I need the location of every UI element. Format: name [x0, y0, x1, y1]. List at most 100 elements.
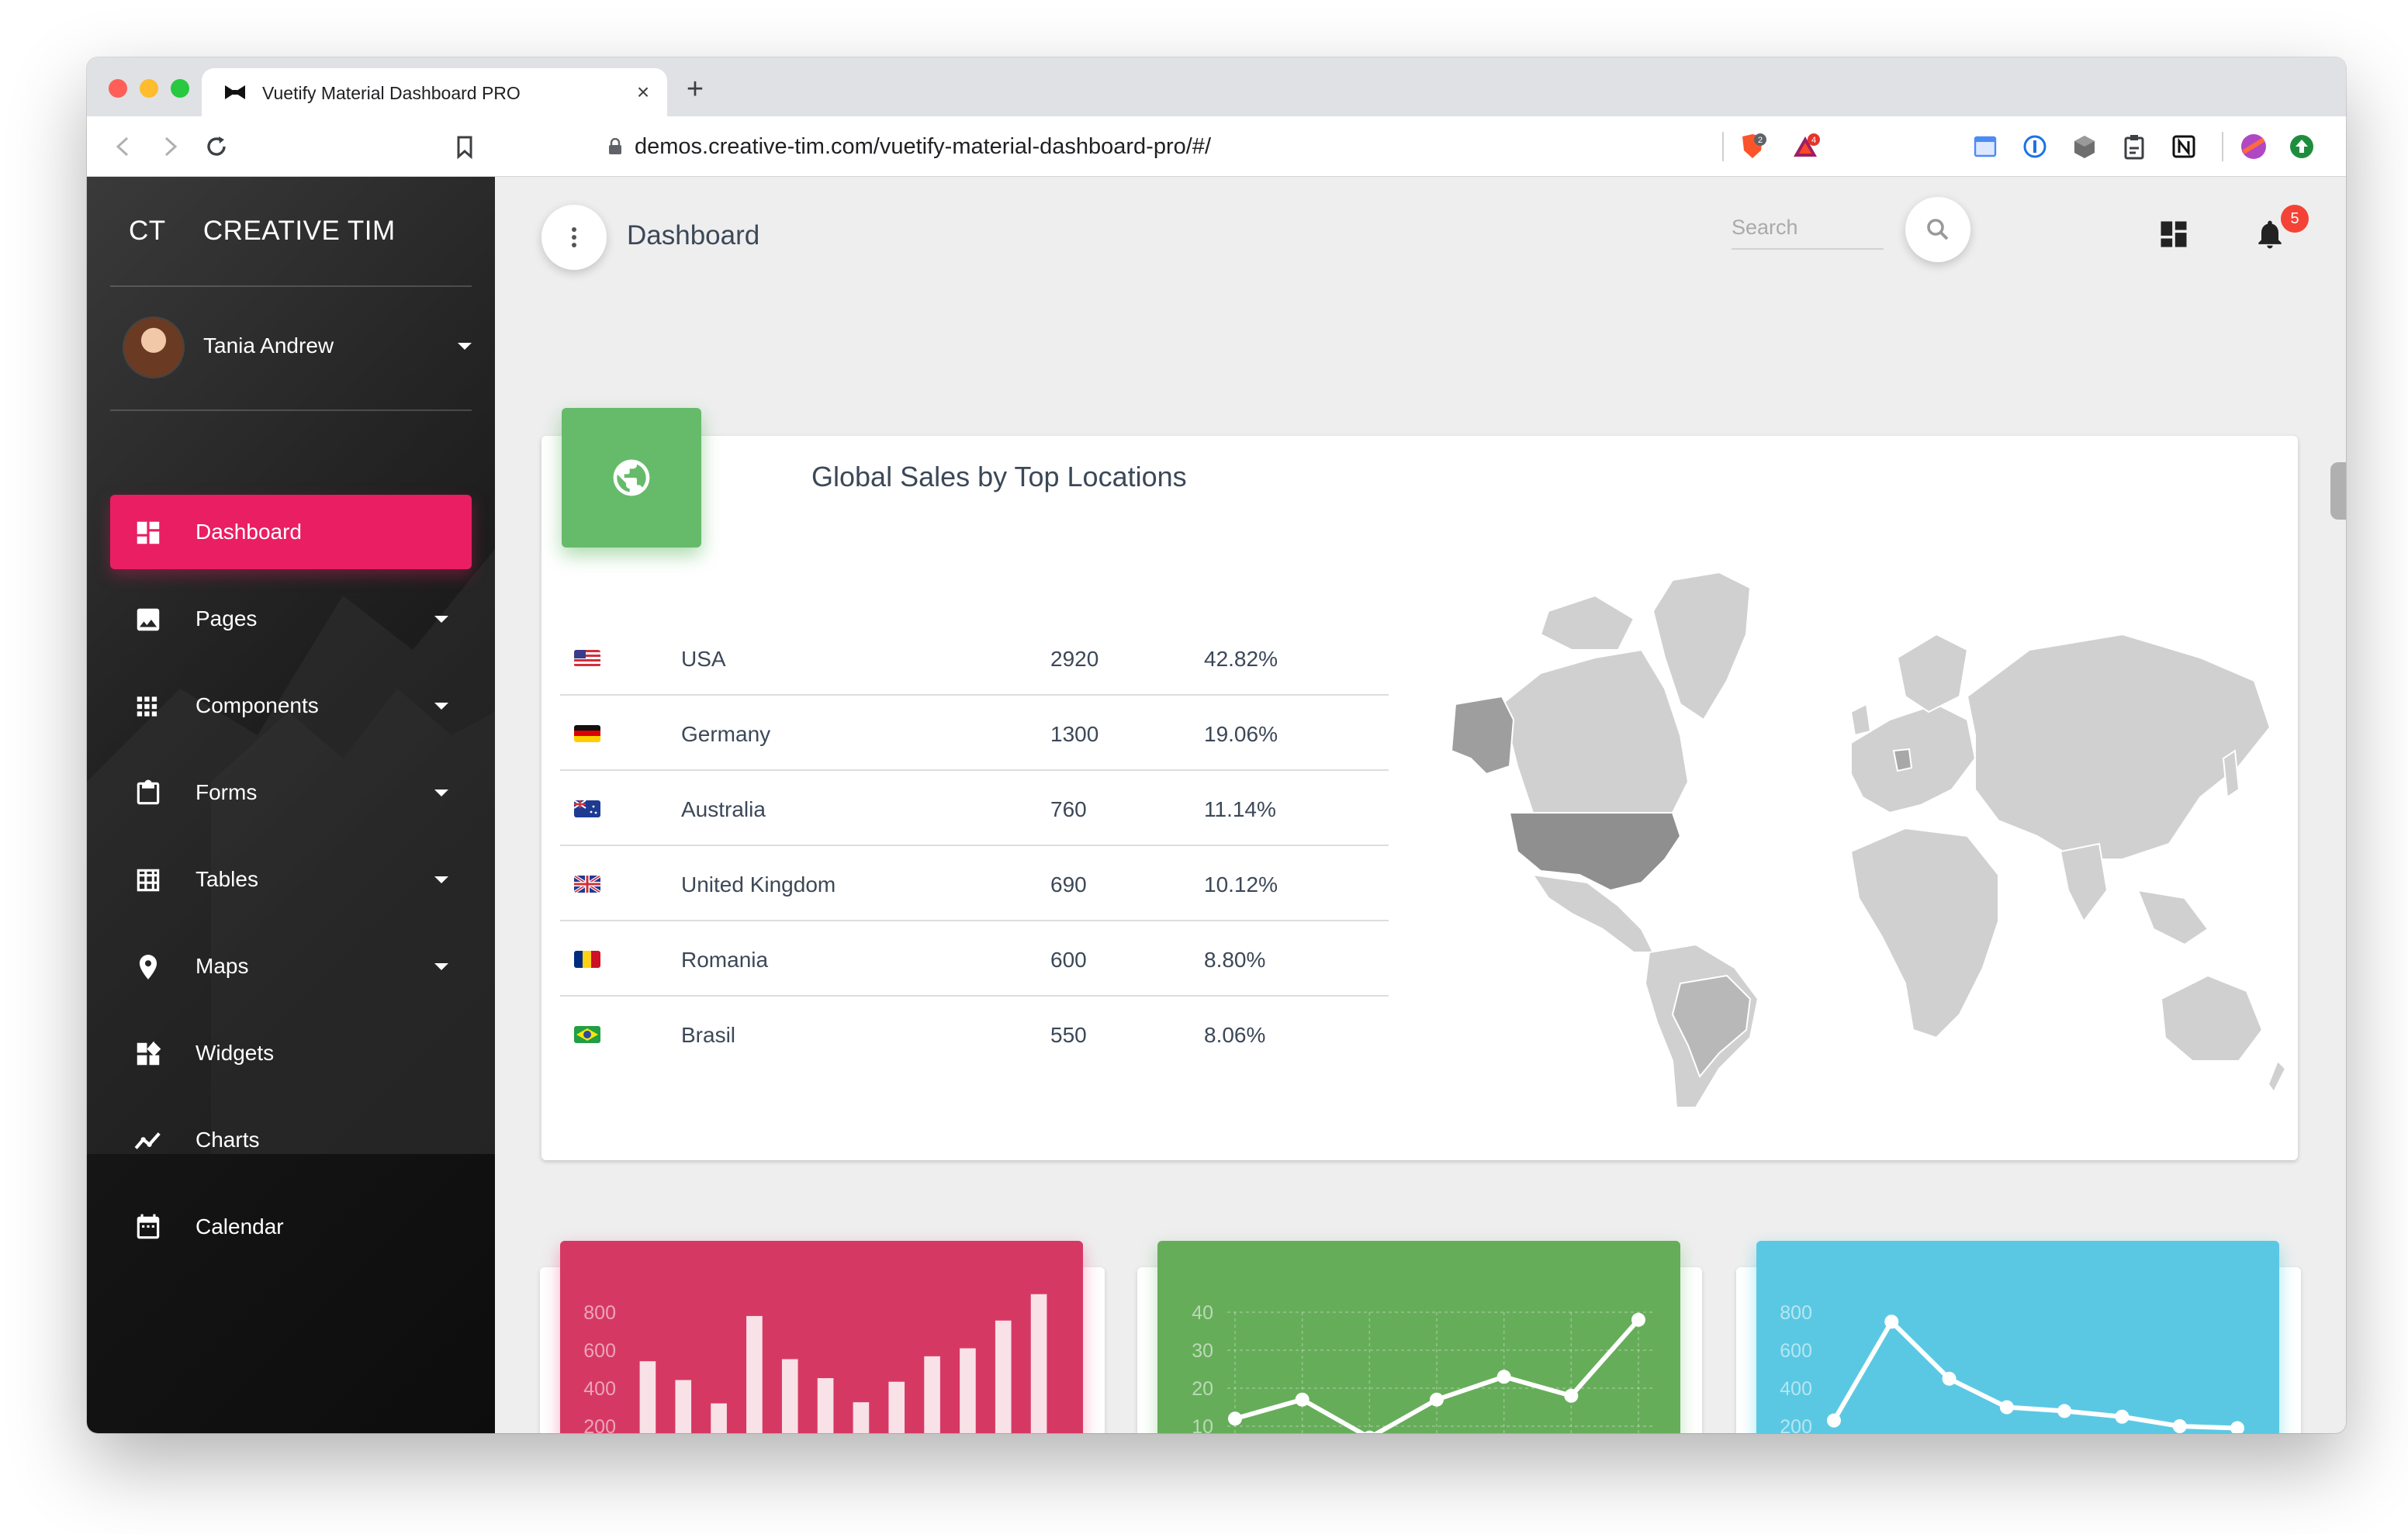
bat-rewards-icon[interactable]: 4: [1790, 132, 1820, 161]
y-tick-label: 10: [1192, 1416, 1213, 1433]
window-ext-icon[interactable]: [1970, 132, 2000, 161]
sidebar-item-components[interactable]: Components: [110, 669, 472, 743]
sales-percent: 8.06%: [1204, 1023, 1266, 1047]
uk-flag-icon: [574, 876, 600, 893]
bar: [675, 1380, 692, 1433]
y-tick-label: 200: [1780, 1416, 1812, 1433]
us-flag-icon: [574, 650, 600, 667]
y-tick-label: 600: [583, 1340, 616, 1362]
romania-flag-icon: [574, 951, 600, 968]
reload-icon[interactable]: [202, 132, 231, 161]
update-arrow-icon[interactable]: [2287, 132, 2316, 161]
sidebar-item-label: Forms: [195, 780, 258, 804]
data-point: [1631, 1312, 1645, 1327]
card-icon-header: [562, 408, 701, 548]
sidebar-item-pages[interactable]: Pages: [110, 582, 472, 656]
sidebar-item-tables[interactable]: Tables: [110, 842, 472, 917]
chevron-down-icon: [434, 876, 448, 883]
back-arrow-icon[interactable]: [109, 132, 138, 161]
globe-icon: [613, 459, 650, 496]
map-alaska: [1450, 695, 1515, 776]
url-text: demos.creative-tim.com/vuetify-material-…: [635, 134, 1211, 159]
country-name: Romania: [681, 948, 769, 972]
browser-toolbar: demos.creative-tim.com/vuetify-material-…: [87, 116, 2346, 177]
data-point: [1430, 1392, 1444, 1407]
sidebar-divider-2: [110, 409, 472, 411]
brand-logo[interactable]: CT CREATIVE TIM: [129, 216, 396, 247]
notification-count-badge: 5: [2281, 205, 2309, 233]
bar: [924, 1356, 940, 1433]
chevron-down-icon: [434, 963, 448, 970]
settings-tab[interactable]: [2330, 462, 2346, 520]
y-tick-label: 30: [1192, 1340, 1213, 1362]
window-maximize-button[interactable]: [171, 79, 189, 98]
sidebar-item-dashboard[interactable]: Dashboard: [110, 495, 472, 569]
data-point: [1564, 1388, 1579, 1403]
data-point: [1884, 1315, 1899, 1329]
bar: [960, 1348, 976, 1433]
country-name: USA: [681, 647, 726, 671]
user-profile-toggle[interactable]: Tania Andrew: [123, 315, 472, 380]
sidebar: CT CREATIVE TIM Tania Andrew Dashboard P…: [87, 177, 495, 1433]
window-close-button[interactable]: [109, 79, 127, 98]
toolbar-divider: [1722, 132, 1724, 161]
search-input[interactable]: [1732, 206, 1884, 250]
main-content: Dashboard 5 Global Sales by Top Location…: [495, 177, 2346, 1433]
sidebar-item-maps[interactable]: Maps: [110, 929, 472, 1004]
sales-percent: 10.12%: [1204, 872, 1278, 897]
sales-value: 690: [1050, 872, 1087, 897]
apps-grid-icon: [137, 696, 157, 717]
sidebar-item-charts[interactable]: Charts: [110, 1103, 472, 1177]
y-tick-label: 40: [1192, 1302, 1213, 1324]
clipboard-ext-icon[interactable]: [2119, 132, 2149, 161]
sidebar-item-label: Pages: [195, 606, 258, 631]
line-chart-hourly: 0 200 400 600 800 12am 3pm 6pm 9pm 12pm 3am 6am 9am: [1756, 1241, 2279, 1433]
lock-icon: [609, 138, 621, 154]
notion-icon[interactable]: [2169, 132, 2199, 161]
browser-tab[interactable]: Vuetify Material Dashboard PRO ×: [202, 68, 667, 116]
sidebar-toggle-button[interactable]: [541, 205, 607, 270]
data-point: [2172, 1419, 2187, 1433]
bookmark-icon[interactable]: [450, 132, 479, 161]
chart-1-svg: 0200400600800Ja Fe Ma Ap Mai Ju Jul Au Se Oc No De: [583, 1294, 1047, 1433]
map-australia: [2160, 974, 2264, 1062]
sidebar-item-widgets[interactable]: Widgets: [110, 1016, 472, 1090]
window-minimize-button[interactable]: [140, 79, 158, 98]
data-point: [1999, 1400, 2014, 1415]
address-bar[interactable]: demos.creative-tim.com/vuetify-material-…: [501, 124, 1835, 169]
tab-close-button[interactable]: ×: [630, 79, 656, 105]
y-tick-label: 20: [1192, 1378, 1213, 1400]
timeline-icon: [134, 1132, 161, 1149]
sidebar-item-forms[interactable]: Forms: [110, 755, 472, 830]
table-row: United Kingdom 690 10.12%: [560, 846, 1389, 921]
brand-mini: CT: [129, 216, 166, 246]
bar: [639, 1361, 656, 1433]
widgets-icon: [137, 1041, 161, 1066]
y-tick-label: 400: [583, 1378, 616, 1400]
cube-icon[interactable]: [2070, 132, 2099, 161]
brave-shield-icon[interactable]: 2: [1738, 132, 1767, 161]
data-point: [2230, 1421, 2244, 1433]
y-tick-label: 400: [1780, 1378, 1812, 1400]
password-manager-icon[interactable]: [2020, 132, 2050, 161]
data-point: [2057, 1404, 2072, 1418]
table-row: Australia 760 11.14%: [560, 771, 1389, 846]
australia-flag-icon: [574, 800, 600, 817]
sales-value: 1300: [1050, 722, 1099, 746]
sidebar-divider: [110, 285, 472, 287]
new-tab-button[interactable]: +: [681, 74, 709, 104]
sidebar-item-label: Tables: [195, 867, 258, 891]
browser-window: Vuetify Material Dashboard PRO × + demos…: [87, 57, 2346, 1433]
map-scandinavia: [1896, 633, 1969, 713]
forward-arrow-icon[interactable]: [155, 132, 185, 161]
dashboard-icon[interactable]: [2157, 217, 2191, 251]
clipboard-icon: [137, 779, 160, 805]
toolbar-divider-2: [2222, 132, 2223, 161]
calendar-icon: [137, 1214, 160, 1239]
search-button[interactable]: [1905, 197, 1970, 262]
profile-avatar-icon[interactable]: [2239, 132, 2268, 161]
map-uk: [1849, 703, 1872, 737]
sidebar-item-calendar[interactable]: Calendar: [110, 1190, 472, 1264]
line-chart-weekly: 0 10 20 30 40 M T W T F S S: [1157, 1241, 1680, 1433]
bar: [1030, 1294, 1047, 1433]
